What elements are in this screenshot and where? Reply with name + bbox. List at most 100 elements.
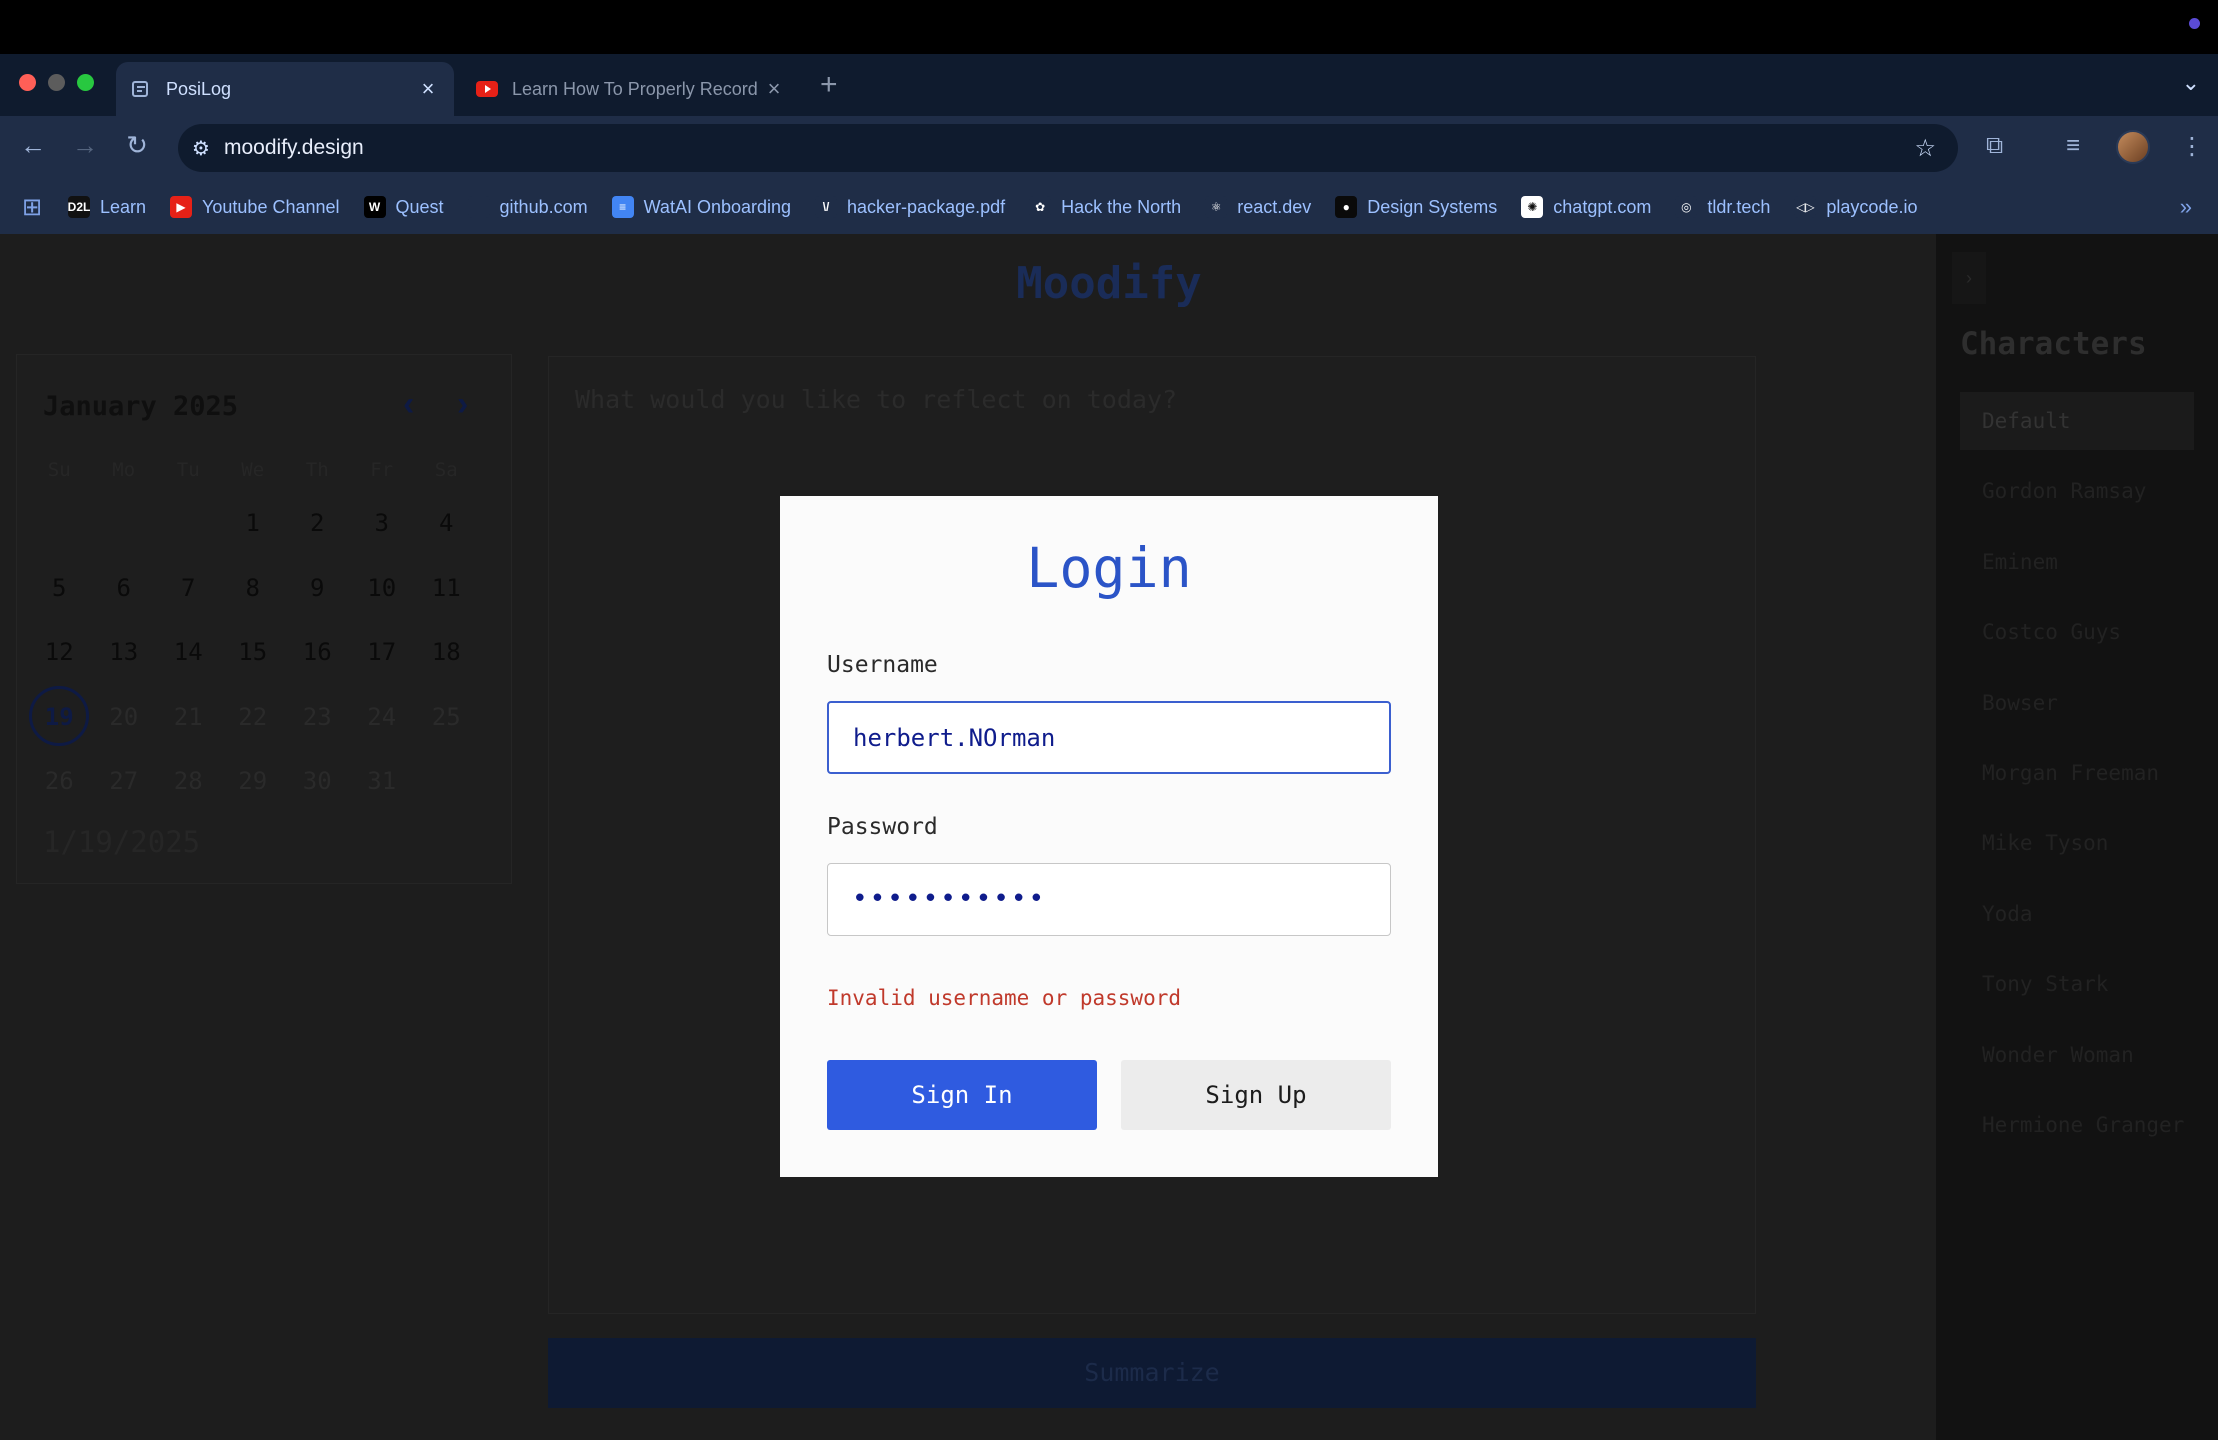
character-item[interactable]: Gordon Ramsay <box>1960 462 2194 532</box>
maximize-window-button[interactable] <box>77 74 94 91</box>
calendar-day-number: 21 <box>173 702 203 731</box>
posilog-favicon-icon <box>130 78 152 100</box>
bookmark-item[interactable]: \/ hacker-package.pdf <box>815 196 1005 218</box>
site-info-icon[interactable]: ⚙ <box>178 136 224 161</box>
calendar-day[interactable]: 30 <box>285 749 350 814</box>
minimize-window-button[interactable] <box>48 74 65 91</box>
calendar-day[interactable]: 15 <box>221 620 286 685</box>
calendar-day[interactable]: 31 <box>350 749 415 814</box>
back-arrow-icon[interactable]: ← <box>16 130 50 161</box>
calendar-day[interactable]: 17 <box>350 620 415 685</box>
bookmark-item[interactable]: ⚛ react.dev <box>1205 196 1311 218</box>
calendar-day[interactable]: 13 <box>92 620 157 685</box>
calendar-day-number: 26 <box>44 767 74 795</box>
media-controls-icon[interactable]: ≡ <box>2066 132 2080 160</box>
character-item[interactable]: Bowser <box>1960 674 2194 744</box>
character-item[interactable]: Yoda <box>1960 885 2194 955</box>
bookmark-item[interactable]: ✺ chatgpt.com <box>1521 196 1651 218</box>
bookmark-label: WatAI Onboarding <box>643 196 792 217</box>
bookmark-item[interactable]: ≡ WatAI Onboarding <box>611 196 792 218</box>
character-item[interactable]: Tony Stark <box>1960 955 2194 1025</box>
password-input[interactable]: ••••••••••• <box>827 863 1391 936</box>
calendar-day[interactable]: 9 <box>285 556 350 621</box>
calendar-day[interactable]: 5 <box>27 556 92 621</box>
profile-avatar[interactable] <box>2116 130 2150 164</box>
calendar-day[interactable]: 28 <box>156 749 221 814</box>
bookmark-item[interactable]: D2L Learn <box>68 196 146 218</box>
username-label: Username <box>827 652 938 678</box>
calendar-day[interactable]: 12 <box>27 620 92 685</box>
apps-grid-icon[interactable]: ⊞ <box>22 193 56 222</box>
url-text[interactable]: moodify.design <box>224 136 364 160</box>
bookmark-item[interactable]: W Quest <box>363 196 444 218</box>
calendar-day-number: 17 <box>367 638 397 666</box>
bookmark-item[interactable]: ◁▷ playcode.io <box>1794 196 1917 218</box>
calendar-day[interactable]: 26 <box>27 749 92 814</box>
forward-arrow-icon[interactable]: → <box>68 130 102 161</box>
calendar-day[interactable]: 7 <box>156 556 221 621</box>
summarize-button[interactable]: Summarize <box>548 1338 1756 1408</box>
tab-search-chevron-icon[interactable]: ⌄ <box>2182 70 2200 96</box>
character-item[interactable]: Eminem <box>1960 533 2194 603</box>
calendar-day[interactable]: 16 <box>285 620 350 685</box>
calendar-day[interactable]: 24 <box>350 685 415 750</box>
character-item[interactable]: Wonder Woman <box>1960 1026 2194 1096</box>
status-dot-icon <box>2189 18 2200 29</box>
character-item[interactable]: Default <box>1960 392 2194 450</box>
bookmarks-bar: ⊞ D2L Learn ▶ Youtube Channel W Quest github.c… <box>0 180 2218 234</box>
address-bar[interactable]: ⚙ moodify.design ☆ <box>178 124 1958 172</box>
bookmark-item[interactable]: ✿ Hack the North <box>1029 196 1181 218</box>
bookmark-item[interactable]: github.com <box>467 196 588 218</box>
tab-youtube-video[interactable]: Learn How To Properly Record × <box>462 62 800 116</box>
calendar-grid: Su Mo Tu We Th Fr Sa 1 2 3 4 5 6 7 8 9 10 11 12 13 14 15 16 17 1… <box>27 449 503 814</box>
calendar-day[interactable]: 3 <box>350 491 415 556</box>
calendar-day-today[interactable]: 19 <box>27 685 92 750</box>
calendar-day[interactable]: 4 <box>414 491 479 556</box>
character-item[interactable]: Mike Tyson <box>1960 814 2194 884</box>
calendar-day[interactable]: 23 <box>285 685 350 750</box>
calendar-day[interactable]: 10 <box>350 556 415 621</box>
sign-in-button[interactable]: Sign In <box>827 1060 1097 1130</box>
calendar-day-number: 2 <box>310 509 325 537</box>
bookmark-item[interactable]: ◎ tldr.tech <box>1675 196 1770 218</box>
chevron-right-icon[interactable]: › <box>457 385 468 424</box>
calendar-day[interactable]: 1 <box>221 491 286 556</box>
calendar-day[interactable]: 2 <box>285 491 350 556</box>
calendar-day[interactable]: 22 <box>221 685 286 750</box>
sidebar-toggle-icon[interactable]: › <box>1952 252 1986 304</box>
tab-posilog[interactable]: PosiLog × <box>116 62 454 116</box>
calendar-day[interactable]: 20 <box>92 685 157 750</box>
calendar-day[interactable]: 29 <box>221 749 286 814</box>
calendar-day[interactable]: 25 <box>414 685 479 750</box>
bookmark-item[interactable]: ● Design Systems <box>1335 196 1497 218</box>
extensions-icon[interactable]: ⧉ <box>1986 132 2003 160</box>
tab-close-icon[interactable]: × <box>416 76 440 102</box>
app-title: Moodify <box>1016 258 1202 309</box>
journal-placeholder: What would you like to reflect on today? <box>575 385 1178 414</box>
character-item[interactable]: Costco Guys <box>1960 603 2194 673</box>
tab-close-icon[interactable]: × <box>762 76 786 102</box>
chevron-left-icon[interactable]: ‹ <box>403 385 414 424</box>
calendar-day[interactable]: 14 <box>156 620 221 685</box>
calendar-day[interactable]: 18 <box>414 620 479 685</box>
reload-icon[interactable]: ↻ <box>120 130 154 161</box>
calendar-day[interactable]: 21 <box>156 685 221 750</box>
calendar-day[interactable]: 11 <box>414 556 479 621</box>
sign-up-button[interactable]: Sign Up <box>1121 1060 1391 1130</box>
character-item[interactable]: Morgan Freeman <box>1960 744 2194 814</box>
more-bookmarks-icon[interactable]: » <box>2180 194 2192 220</box>
new-tab-button[interactable]: + <box>820 68 838 102</box>
calendar-day-number: 31 <box>367 767 397 795</box>
calendar-day[interactable]: 6 <box>92 556 157 621</box>
bookmark-star-icon[interactable]: ☆ <box>1914 134 1936 163</box>
youtube-favicon-icon <box>476 78 498 100</box>
bookmark-favicon-icon: W <box>363 196 386 218</box>
character-item[interactable]: Hermione Granger <box>1960 1096 2194 1166</box>
calendar-day[interactable]: 27 <box>92 749 157 814</box>
bookmark-list: D2L Learn ▶ Youtube Channel W Quest github.com… <box>68 196 1941 218</box>
browser-menu-icon[interactable]: ⋮ <box>2180 132 2204 161</box>
calendar-day[interactable]: 8 <box>221 556 286 621</box>
close-window-button[interactable] <box>19 74 36 91</box>
bookmark-item[interactable]: ▶ Youtube Channel <box>170 196 340 218</box>
username-input[interactable]: herbert.NOrman <box>827 701 1391 774</box>
